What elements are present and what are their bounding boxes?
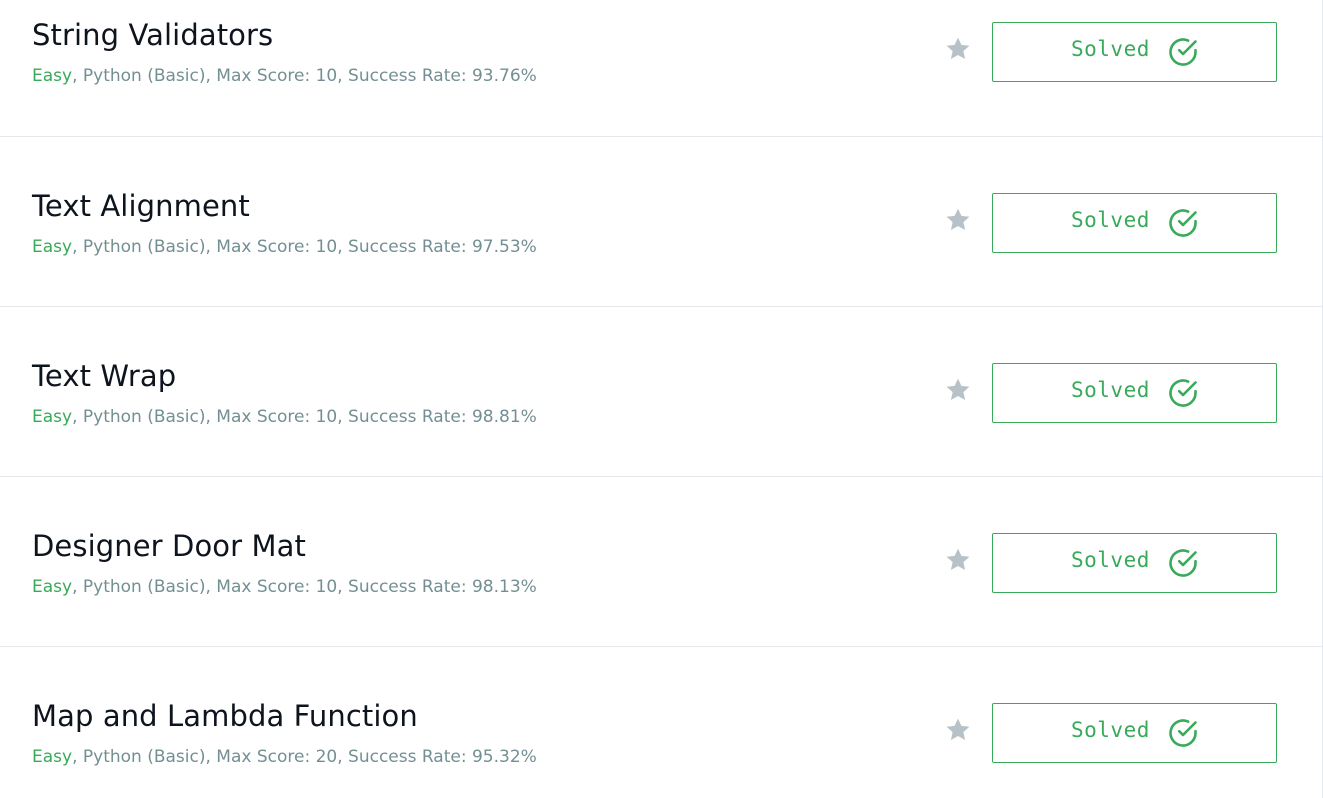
challenge-meta: Easy, Python (Basic), Max Score: 10, Suc… — [32, 66, 537, 86]
check-circle-icon — [1169, 379, 1197, 407]
challenge-card[interactable]: Map and Lambda Function Easy, Python (Ba… — [0, 646, 1323, 798]
challenge-details: , Python (Basic), Max Score: 10, Success… — [72, 237, 537, 257]
difficulty-label: Easy — [32, 66, 73, 86]
star-icon[interactable] — [944, 35, 972, 63]
challenge-title[interactable]: Map and Lambda Function — [32, 699, 418, 733]
solved-label: Solved — [1071, 718, 1150, 742]
challenge-title[interactable]: Designer Door Mat — [32, 529, 306, 563]
solved-button[interactable]: Solved — [992, 22, 1277, 82]
solved-label: Solved — [1071, 37, 1150, 61]
difficulty-label: Easy — [32, 407, 73, 427]
solved-button[interactable]: Solved — [992, 533, 1277, 593]
challenge-meta: Easy, Python (Basic), Max Score: 20, Suc… — [32, 747, 537, 767]
challenge-title[interactable]: String Validators — [32, 18, 273, 52]
difficulty-label: Easy — [32, 747, 73, 767]
challenge-card[interactable]: Designer Door Mat Easy, Python (Basic), … — [0, 476, 1323, 646]
solved-button[interactable]: Solved — [992, 363, 1277, 423]
challenge-details: , Python (Basic), Max Score: 10, Success… — [72, 407, 537, 427]
challenge-title[interactable]: Text Wrap — [32, 359, 176, 393]
challenge-details: , Python (Basic), Max Score: 10, Success… — [72, 66, 537, 86]
challenge-card[interactable]: String Validators Easy, Python (Basic), … — [0, 0, 1323, 136]
star-icon[interactable] — [944, 546, 972, 574]
solved-button[interactable]: Solved — [992, 193, 1277, 253]
challenge-list: String Validators Easy, Python (Basic), … — [0, 0, 1323, 798]
challenge-card[interactable]: Text Wrap Easy, Python (Basic), Max Scor… — [0, 306, 1323, 476]
challenge-meta: Easy, Python (Basic), Max Score: 10, Suc… — [32, 407, 537, 427]
challenge-card[interactable]: Text Alignment Easy, Python (Basic), Max… — [0, 136, 1323, 306]
solved-label: Solved — [1071, 548, 1150, 572]
challenge-details: , Python (Basic), Max Score: 10, Success… — [72, 577, 537, 597]
check-circle-icon — [1169, 38, 1197, 66]
difficulty-label: Easy — [32, 237, 73, 257]
solved-button[interactable]: Solved — [992, 703, 1277, 763]
solved-label: Solved — [1071, 208, 1150, 232]
challenge-meta: Easy, Python (Basic), Max Score: 10, Suc… — [32, 237, 537, 257]
solved-label: Solved — [1071, 378, 1150, 402]
check-circle-icon — [1169, 209, 1197, 237]
check-circle-icon — [1169, 549, 1197, 577]
challenge-details: , Python (Basic), Max Score: 20, Success… — [72, 747, 537, 767]
star-icon[interactable] — [944, 206, 972, 234]
check-circle-icon — [1169, 719, 1197, 747]
challenge-title[interactable]: Text Alignment — [32, 189, 250, 223]
star-icon[interactable] — [944, 376, 972, 404]
challenge-meta: Easy, Python (Basic), Max Score: 10, Suc… — [32, 577, 537, 597]
difficulty-label: Easy — [32, 577, 73, 597]
star-icon[interactable] — [944, 716, 972, 744]
